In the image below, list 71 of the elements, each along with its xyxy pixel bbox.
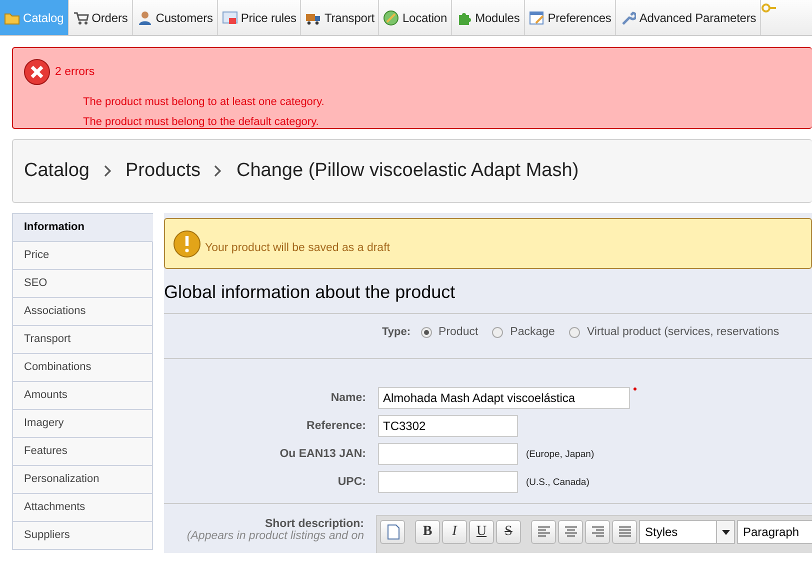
sidebar-tab[interactable]: SEO <box>12 270 153 298</box>
caret-icon <box>722 530 730 534</box>
error-count: 2 errors <box>55 66 95 78</box>
dropdown[interactable]: Paragraph <box>737 520 812 544</box>
radio-option[interactable]: Product <box>420 326 478 338</box>
nav-tab[interactable]: Transport <box>301 0 380 35</box>
radio-option[interactable]: Package <box>492 326 555 338</box>
new-document-icon <box>384 523 400 541</box>
field-note: (Appears in product listings and on <box>186 530 364 542</box>
type-label: Type: <box>382 326 411 338</box>
sidebar-tab[interactable]: Price <box>12 242 153 270</box>
field-label: Reference: <box>306 420 366 432</box>
price-tag-icon <box>222 10 238 26</box>
align-left-button[interactable] <box>531 520 556 544</box>
align-center-button[interactable] <box>558 520 583 544</box>
dropdown-value: Paragraph <box>743 525 800 539</box>
sidebar-tab[interactable]: Information <box>12 214 153 242</box>
sidebar-tab[interactable]: Personalization <box>12 466 153 494</box>
radio-button[interactable] <box>568 326 580 338</box>
text-field[interactable] <box>378 443 518 465</box>
sidebar-tab[interactable]: Transport <box>12 326 153 354</box>
warning-icon <box>173 230 201 258</box>
format-button[interactable]: B <box>415 520 440 544</box>
sidebar-tab[interactable]: Attachments <box>12 494 153 522</box>
nav-tab[interactable]: Customers <box>132 0 218 35</box>
radio-option[interactable]: Virtual product (services, reservations <box>568 326 780 338</box>
error-icon <box>23 58 51 86</box>
justify-button[interactable] <box>612 520 637 544</box>
format-button[interactable]: I <box>442 520 467 544</box>
sidebar-tab[interactable]: Imagery <box>12 410 153 438</box>
cart-icon <box>72 10 89 26</box>
new-document-button[interactable] <box>380 520 405 544</box>
format-button[interactable]: U <box>469 520 494 544</box>
person-icon <box>136 10 153 26</box>
field-hint: (U.S., Canada) <box>526 476 590 488</box>
sidebar-tab[interactable]: Suppliers <box>12 522 153 550</box>
nav-tab[interactable]: Location <box>379 0 452 35</box>
sidebar-tab[interactable]: Features <box>12 438 153 466</box>
form-icon <box>528 10 545 26</box>
nav-tab[interactable]: Modules <box>452 0 525 35</box>
field-label: Short description: <box>264 518 364 530</box>
field-hint: (Europe, Japan) <box>526 448 594 460</box>
breadcrumb-item[interactable]: Products <box>126 160 200 182</box>
chevron-icon <box>214 165 222 177</box>
nav-tab[interactable]: Orders <box>68 0 133 35</box>
section-heading: Global information about the product <box>164 282 456 304</box>
chevron-icon <box>104 165 112 177</box>
radio-button[interactable] <box>420 326 432 338</box>
nav-tab[interactable]: Preferences <box>524 0 616 35</box>
field-label: Ou EAN13 JAN: <box>278 448 366 460</box>
text-field[interactable]: Almohada Mash Adapt viscoelástica <box>378 387 630 409</box>
format-button[interactable]: S <box>496 520 521 544</box>
wrench-icon <box>620 10 636 26</box>
align-right-button[interactable] <box>585 520 610 544</box>
sidebar-tab[interactable]: Amounts <box>12 382 153 410</box>
error-message: The product must belong to at least one category. <box>83 95 326 110</box>
text-field[interactable] <box>378 471 518 493</box>
dropdown[interactable]: Styles <box>639 520 735 544</box>
warning-text: Your product will be saved as a draft <box>205 242 390 254</box>
nav-tab[interactable]: Advanced Parameters <box>616 0 762 35</box>
sidebar-tab[interactable]: Associations <box>12 298 153 326</box>
breadcrumb-item[interactable]: Catalog <box>24 160 90 182</box>
dropdown-value: Styles <box>645 525 678 539</box>
breadcrumb-item: Change (Pillow viscoelastic Adapt Mash) <box>236 160 579 182</box>
sidebar-tab[interactable]: Combinations <box>12 354 153 382</box>
radio-button[interactable] <box>492 326 504 338</box>
field-label: Name: <box>330 392 366 404</box>
field-label: UPC: <box>336 476 366 488</box>
text-field[interactable]: TC3302 <box>378 415 518 437</box>
nav-tab[interactable]: Price rules <box>218 0 302 35</box>
error-message: The product must belong to the default category. <box>83 115 320 130</box>
